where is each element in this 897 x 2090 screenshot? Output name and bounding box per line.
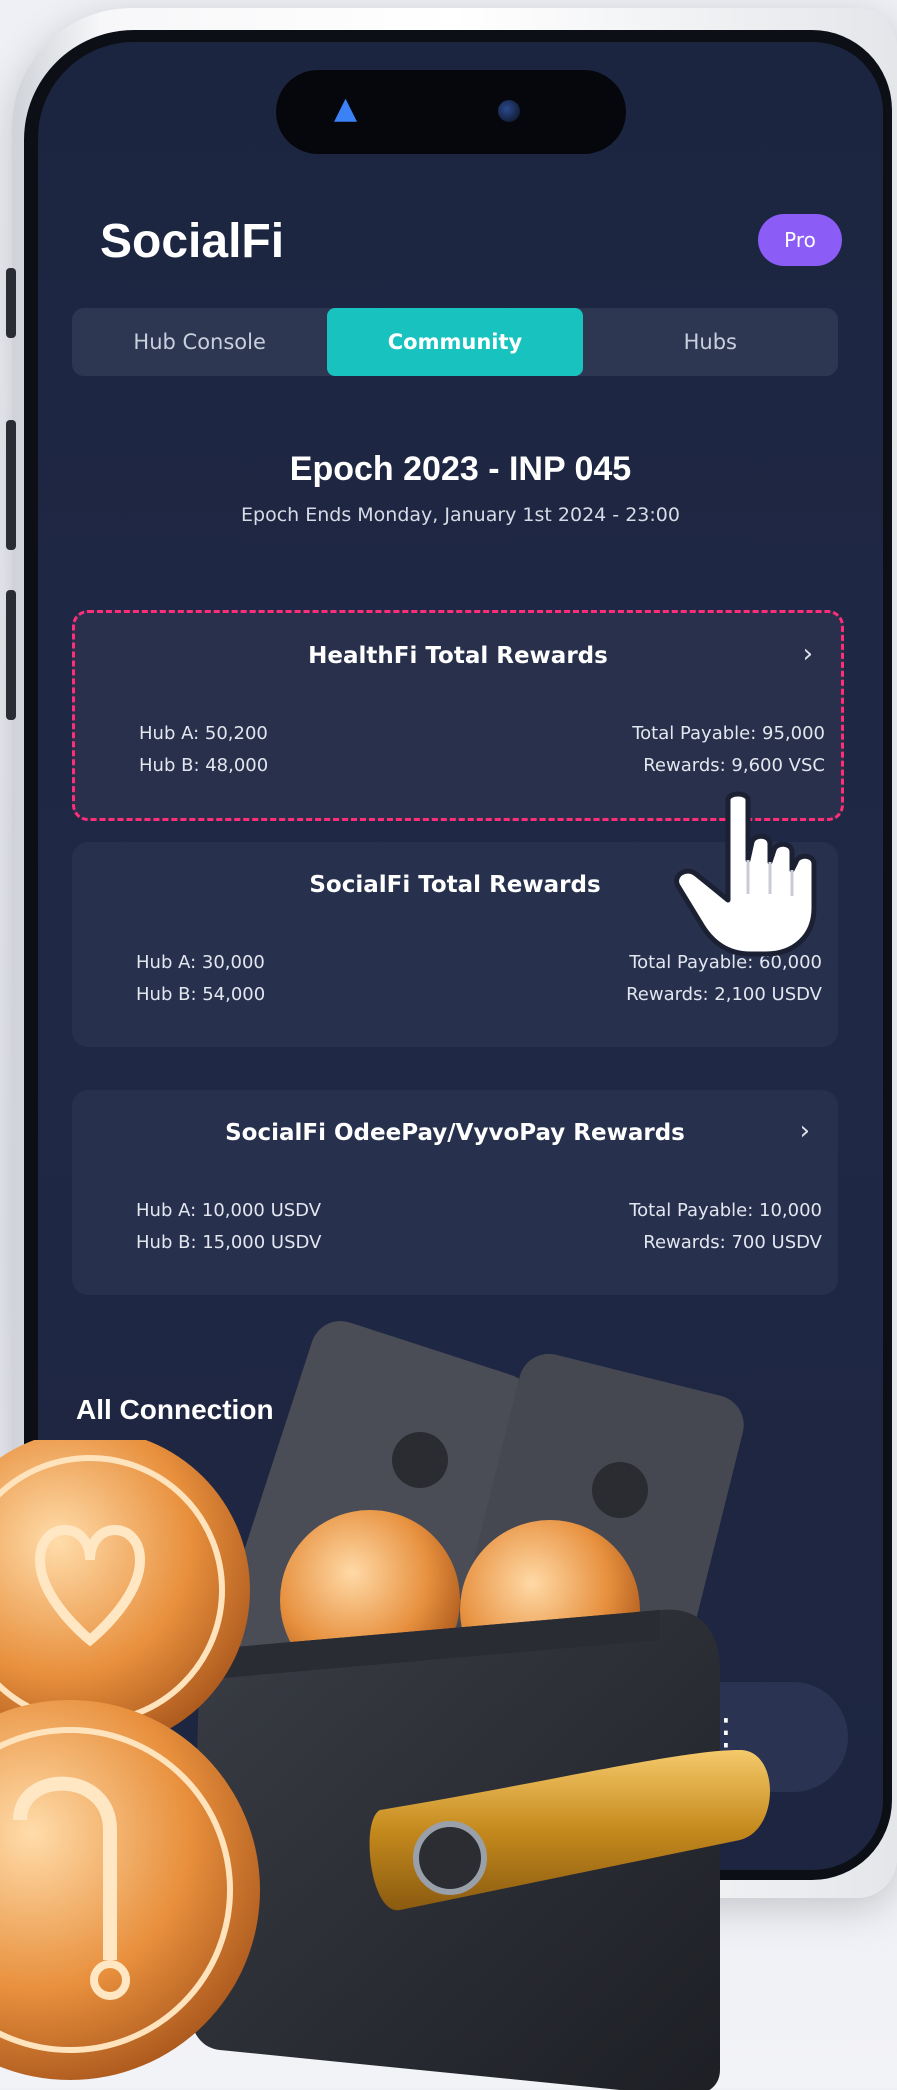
wallet-illustration [190, 1321, 770, 2090]
card-hub-values: Hub A: 10,000 USDV Hub B: 15,000 USDV [136, 1195, 321, 1259]
chevron-right-icon[interactable]: › [800, 1116, 810, 1146]
card-title: SocialFi OdeePay/VyvoPay Rewards [225, 1120, 685, 1146]
epoch-subtitle: Epoch Ends Monday, January 1st 2024 - 23… [241, 504, 680, 526]
card-totals: Total Payable: 95,000 Rewards: 9,600 VSC [632, 718, 825, 782]
total-payable: Total Payable: 10,000 [629, 1200, 822, 1221]
rewards-value: Rewards: 700 USDV [643, 1232, 822, 1253]
tab-hub-console[interactable]: Hub Console [72, 308, 327, 376]
phone-side-button [6, 268, 16, 338]
odeepay-vyvopay-rewards-card[interactable]: SocialFi OdeePay/VyvoPay Rewards › Hub A… [72, 1090, 838, 1295]
tab-hubs[interactable]: Hubs [583, 308, 838, 376]
hub-b-value: Hub B: 54,000 [136, 984, 266, 1005]
hub-a-value: Hub A: 30,000 [136, 952, 265, 973]
chevron-right-icon[interactable]: › [803, 639, 813, 669]
rewards-value: Rewards: 2,100 USDV [626, 984, 822, 1005]
coin-icon [0, 1440, 260, 2080]
total-payable: Total Payable: 95,000 [632, 723, 825, 744]
dynamic-island: ▲ [276, 70, 626, 154]
hub-a-value: Hub A: 10,000 USDV [136, 1200, 322, 1221]
phone-volume-down-button [6, 590, 16, 720]
tab-community[interactable]: Community [327, 308, 583, 376]
camera-icon [498, 100, 520, 122]
hub-b-value: Hub B: 15,000 USDV [136, 1232, 322, 1253]
pro-badge[interactable]: Pro [758, 214, 842, 266]
tab-bar: Hub Console Community Hubs [72, 308, 838, 376]
app-title: SocialFi [100, 215, 285, 268]
card-hub-values: Hub A: 50,200 Hub B: 48,000 [139, 718, 268, 782]
card-title: HealthFi Total Rewards [308, 643, 608, 669]
card-totals: Total Payable: 10,000 Rewards: 700 USDV [629, 1195, 822, 1259]
epoch-title: Epoch 2023 - INP 045 [289, 450, 632, 488]
location-arrow-icon: ▲ [334, 91, 358, 126]
hub-b-value: Hub B: 48,000 [139, 755, 269, 776]
pointer-hand-icon [674, 791, 817, 957]
rewards-value: Rewards: 9,600 VSC [643, 755, 825, 776]
phone-volume-up-button [6, 420, 16, 550]
card-hub-values: Hub A: 30,000 Hub B: 54,000 [136, 947, 265, 1011]
hub-a-value: Hub A: 50,200 [139, 723, 268, 744]
